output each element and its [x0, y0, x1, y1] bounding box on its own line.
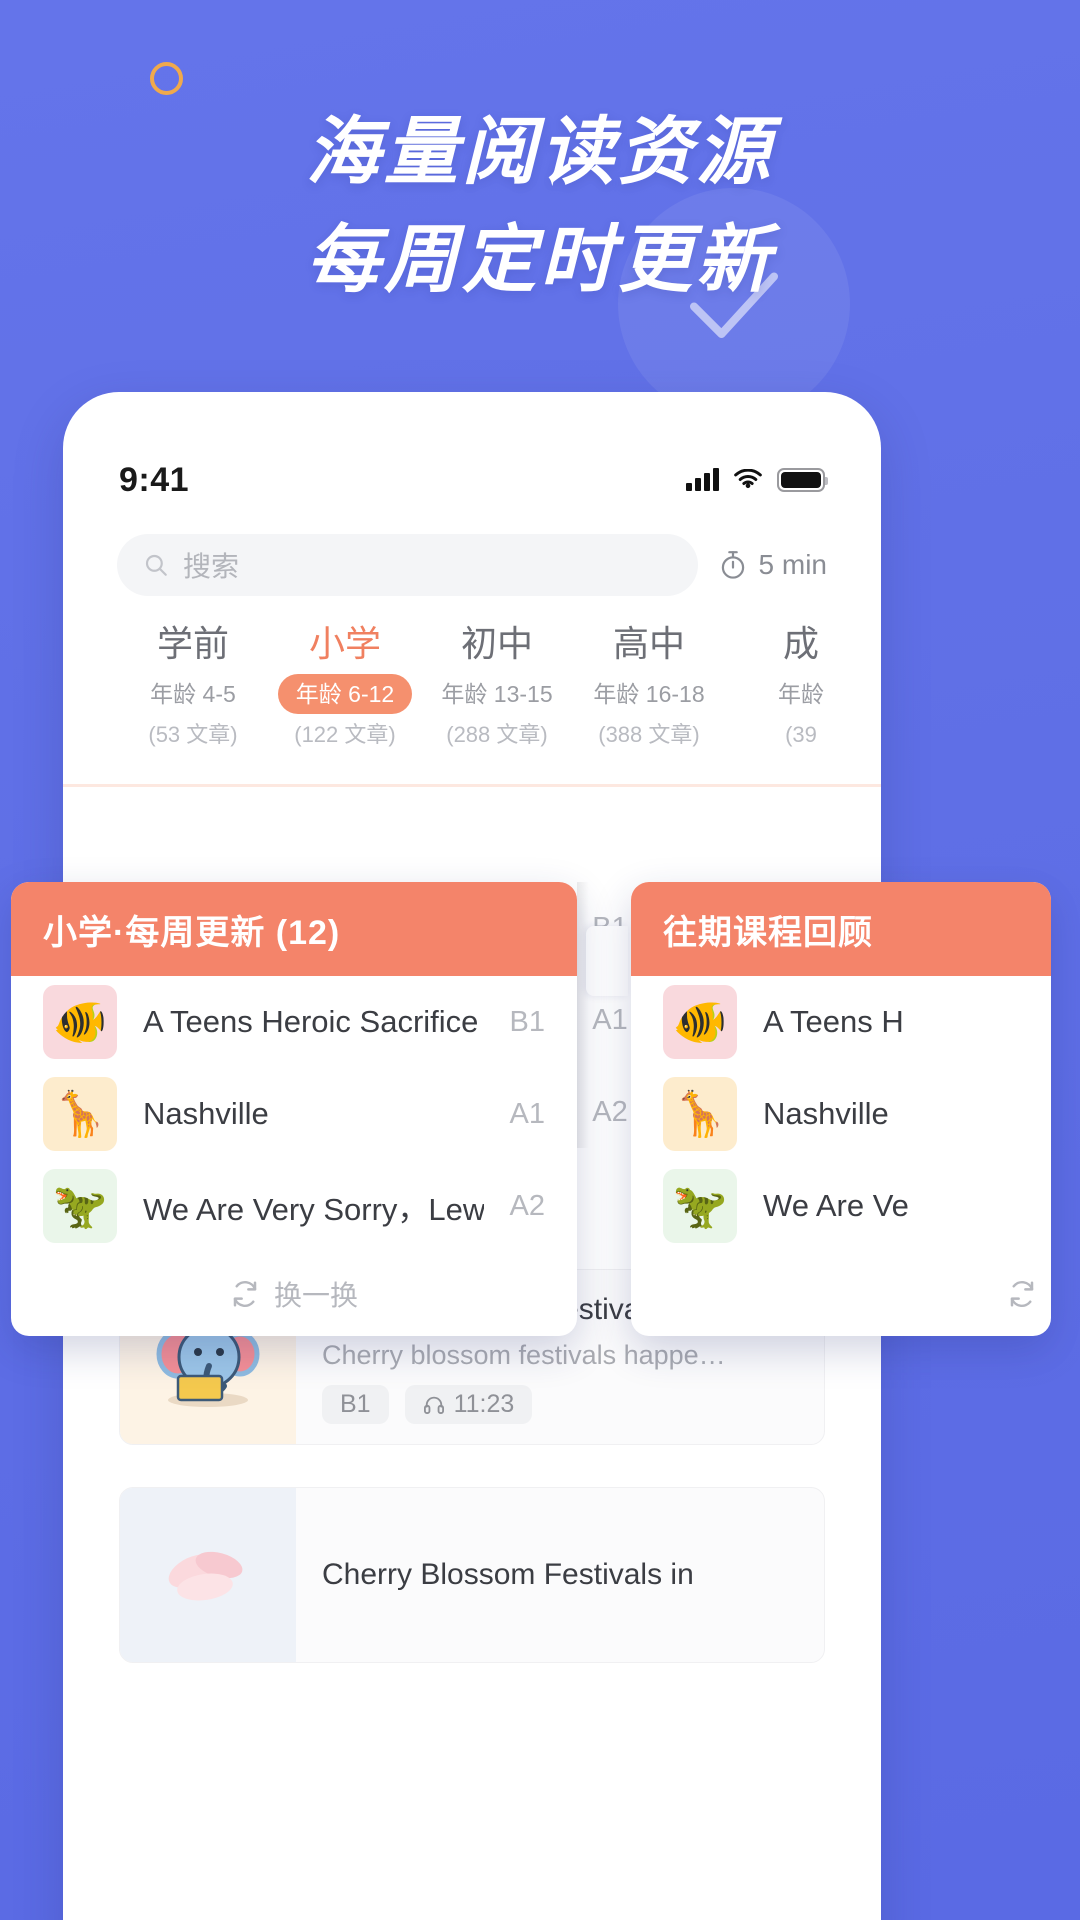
- tab-label: 高中: [612, 623, 685, 664]
- level-badge: A2: [509, 1189, 545, 1222]
- audio-duration-badge: 11:23: [404, 1384, 533, 1424]
- list-item[interactable]: 🐠 A Teens Heroic Sacrifice B1: [11, 976, 577, 1068]
- reading-timer[interactable]: 5 min: [718, 549, 827, 581]
- list-item[interactable]: 🦖 We Are Ve: [631, 1160, 1051, 1252]
- cherry-blossom-icon: [120, 1488, 296, 1662]
- grade-tabs: 学前 年龄 4-5 (53 文章) 小学 年龄 6-12 (122 文章) 初中…: [63, 620, 881, 754]
- tab-adult-partial[interactable]: 成 年龄 (39: [725, 620, 877, 754]
- tab-count: (122 文章): [294, 722, 396, 747]
- tab-label: 小学: [308, 623, 381, 664]
- hidden-level: A2: [592, 1096, 628, 1128]
- headphones-icon: [423, 1396, 444, 1414]
- refresh-icon: [233, 1280, 257, 1308]
- tab-age: 年龄 6-12: [277, 674, 413, 714]
- article-title: Cherry Blossom Festivals in: [322, 1558, 694, 1591]
- tab-age: 年龄 4-5: [150, 681, 236, 707]
- refresh-icon: [1010, 1280, 1034, 1308]
- past-lessons-title: 往期课程回顾: [663, 913, 873, 952]
- level-badge: B1: [509, 1005, 545, 1038]
- giraffe-icon: 🦒: [663, 1077, 737, 1151]
- expand-button[interactable]: [586, 926, 628, 996]
- list-item[interactable]: 🐠 A Teens H: [631, 976, 1051, 1068]
- fish-icon: 🐠: [43, 985, 117, 1059]
- battery-full-icon: [777, 468, 828, 492]
- status-time: 9:41: [119, 460, 190, 499]
- tab-age: 年龄 13-15: [441, 681, 553, 707]
- status-bar: 9:41: [63, 452, 881, 508]
- wifi-icon: [734, 469, 762, 489]
- level-badge: A1: [509, 1097, 545, 1130]
- tab-label: 初中: [460, 623, 533, 664]
- weekly-update-title: 小学·每周更新 (12): [43, 913, 341, 952]
- overlay-edge-shadow: [577, 882, 589, 1148]
- headline-line-2: 每周定时更新: [306, 218, 774, 301]
- refresh-button[interactable]: [631, 1252, 1051, 1336]
- weekly-update-header: 小学·每周更新 (12): [11, 882, 577, 976]
- list-item-title: We Are Very Sorry，Lewis: [143, 1191, 484, 1227]
- list-item-title: A Teens H: [763, 1004, 904, 1039]
- list-item-title: Nashville: [763, 1096, 889, 1131]
- tab-count: (53 文章): [148, 722, 238, 747]
- list-item[interactable]: 🦒 Nashville: [631, 1068, 1051, 1160]
- list-item-title: Nashville: [143, 1096, 269, 1131]
- dinosaur-icon: 🦖: [43, 1169, 117, 1243]
- past-lessons-header: 往期课程回顾: [631, 882, 1051, 976]
- stopwatch-icon: [721, 551, 744, 579]
- search-placeholder: 搜索: [183, 551, 240, 582]
- blossom-illustration: [168, 1551, 243, 1601]
- tab-age: 年龄: [778, 681, 824, 707]
- list-item[interactable]: 🦒 Nashville A1: [11, 1068, 577, 1160]
- headline-line-1: 海量阅读资源: [306, 110, 774, 193]
- tab-high-school[interactable]: 高中 年龄 16-18 (388 文章): [573, 620, 725, 754]
- dinosaur-icon: 🦖: [663, 1169, 737, 1243]
- list-item[interactable]: 🦖 We Are Very Sorry，Lewis A2: [11, 1160, 577, 1252]
- giraffe-icon: 🦒: [43, 1077, 117, 1151]
- refresh-label: 换一换: [273, 1280, 358, 1311]
- tab-primary[interactable]: 小学 年龄 6-12 (122 文章): [269, 620, 421, 754]
- search-icon: [145, 554, 167, 576]
- timer-label: 5 min: [758, 549, 827, 580]
- tab-count: (39: [785, 722, 817, 747]
- tab-label: 学前: [156, 623, 229, 664]
- weekly-update-card: 小学·每周更新 (12) 🐠 A Teens Heroic Sacrifice …: [11, 882, 577, 1336]
- audio-duration: 11:23: [453, 1389, 515, 1418]
- article-card[interactable]: Cherry Blossom Festivals in: [119, 1487, 825, 1663]
- signal-bars-icon: [686, 468, 719, 491]
- tab-count: (288 文章): [446, 722, 548, 747]
- tab-preschool[interactable]: 学前 年龄 4-5 (53 文章): [117, 620, 269, 754]
- hidden-level-column: B1 A1 A2: [586, 882, 634, 1148]
- promo-headline: 海量阅读资源 每周定时更新: [0, 98, 1080, 314]
- tab-age: 年龄 16-18: [593, 681, 705, 707]
- article-description: Cherry blossom festivals happe…: [322, 1339, 726, 1370]
- tab-middle-school[interactable]: 初中 年龄 13-15 (288 文章): [421, 620, 573, 754]
- past-lessons-card: 往期课程回顾 🐠 A Teens H 🦒 Nashville 🦖 We Are …: [631, 882, 1051, 1336]
- tab-label: 成: [782, 623, 819, 664]
- tabs-divider: [63, 784, 881, 787]
- chevron-right-icon: [603, 952, 614, 970]
- ring-decoration: [150, 62, 183, 95]
- list-item-title: We Are Ve: [763, 1188, 909, 1223]
- tab-count: (388 文章): [598, 722, 700, 747]
- fish-icon: 🐠: [663, 985, 737, 1059]
- refresh-button[interactable]: 换一换: [11, 1252, 577, 1336]
- search-row: 搜索 5 min: [63, 534, 881, 596]
- list-item-title: A Teens Heroic Sacrifice: [143, 1004, 479, 1039]
- search-input[interactable]: 搜索: [117, 534, 698, 596]
- level-badge: B1: [322, 1384, 389, 1424]
